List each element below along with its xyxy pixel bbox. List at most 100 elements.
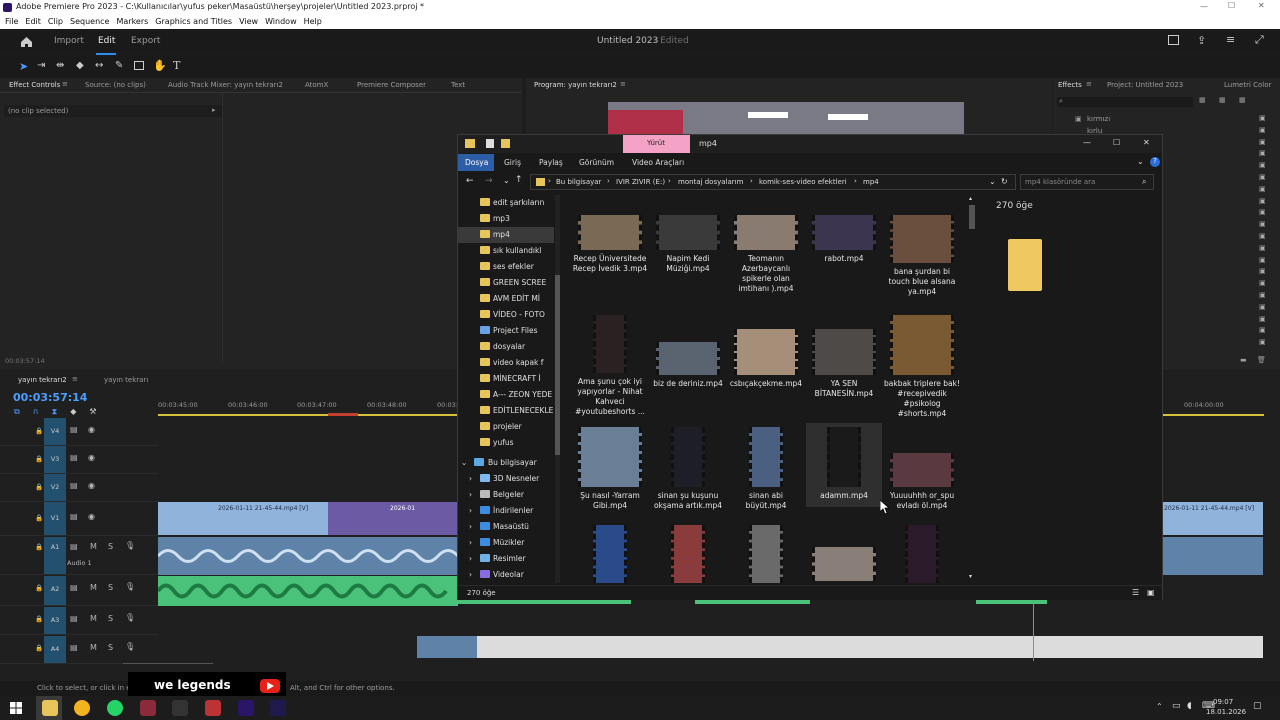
video-clip[interactable]: 2026-01-11 21-45-44.mp4 [V] 2026-01 <box>158 502 458 535</box>
tab-giris[interactable]: Giriş <box>504 158 521 167</box>
home-icon[interactable] <box>20 36 33 48</box>
menu-window[interactable]: Window <box>265 15 297 28</box>
solo-button[interactable]: S <box>108 643 113 652</box>
ribbon-expand-icon[interactable]: ⌄ <box>1137 157 1144 166</box>
audio-clip-a2[interactable] <box>458 600 631 604</box>
microphone-icon[interactable]: 🎙 <box>125 613 135 622</box>
workspace-icon[interactable] <box>1168 35 1179 45</box>
nav-item[interactable]: AVM EDİT Mİ <box>458 291 554 307</box>
linked-icon[interactable]: ⧗ <box>52 407 71 416</box>
file-item[interactable]: csbıçakçekme.mp4 <box>728 329 804 389</box>
close-icon[interactable]: ✕ <box>1143 138 1150 147</box>
nav-item[interactable]: GREEN SCREE <box>458 275 554 291</box>
nav-item[interactable]: sık kullandıkl <box>458 243 554 259</box>
sync-icon[interactable]: ▤ <box>70 512 78 521</box>
solo-button[interactable]: S <box>108 614 113 623</box>
file-item[interactable]: sinan şu kuşunu okşama artık.mp4 <box>650 427 726 511</box>
nav-item[interactable]: VİDEO - FOTO <box>458 307 554 323</box>
premiere-icon[interactable] <box>238 700 254 716</box>
app-icon[interactable] <box>140 700 156 716</box>
track-label[interactable]: A2 <box>44 576 66 605</box>
nav-scrollbar-thumb[interactable] <box>555 275 560 455</box>
tab-video-araclari[interactable]: Video Araçları <box>632 158 684 167</box>
nav-item[interactable]: dosyalar <box>458 339 554 355</box>
tab-dosya[interactable]: Dosya <box>458 154 494 171</box>
track-label[interactable]: V4 <box>44 418 66 445</box>
track-label[interactable]: V2 <box>44 474 66 501</box>
file-item-hovered[interactable]: adamm.mp4 <box>806 423 882 507</box>
rectangle-icon[interactable] <box>134 61 144 70</box>
mute-button[interactable]: M <box>90 583 97 592</box>
help-icon[interactable]: ? <box>1150 157 1160 167</box>
tab-import[interactable]: Import <box>54 36 84 46</box>
file-item[interactable]: Napim Kedi Müziği.mp4 <box>650 215 726 274</box>
network-icon[interactable]: ▭ <box>1172 701 1181 711</box>
nav-item-selected[interactable]: mp4 <box>458 227 554 243</box>
tab-audio-mixer[interactable]: Audio Track Mixer: yayın tekrarı2 <box>168 81 283 89</box>
marker-icon[interactable]: ◆ <box>70 407 89 416</box>
zoom-scrollbar[interactable] <box>123 663 213 667</box>
effect-item[interactable]: kırmızı <box>1087 115 1110 123</box>
slip-icon[interactable]: ↔ <box>95 60 103 71</box>
maximize-icon[interactable]: ☐ <box>1113 138 1120 147</box>
new-folder-icon[interactable] <box>501 139 510 148</box>
app-icon[interactable] <box>205 700 221 716</box>
volume-icon[interactable]: ◖ <box>1187 701 1192 711</box>
tree-item[interactable]: › İndirilenler <box>458 503 554 519</box>
file-item[interactable] <box>572 525 648 585</box>
minimize-icon[interactable]: — <box>1083 138 1091 147</box>
tray-chevron-icon[interactable]: ⌃ <box>1156 702 1163 711</box>
forward-icon[interactable]: → <box>485 176 493 186</box>
mute-button[interactable]: M <box>90 542 97 551</box>
whatsapp-icon[interactable] <box>107 700 123 716</box>
file-item[interactable]: sinan abi büyüt.mp4 <box>728 427 804 511</box>
sync-icon[interactable]: ▤ <box>70 481 78 490</box>
solo-button[interactable]: S <box>108 542 113 551</box>
track-label[interactable]: A3 <box>44 607 66 634</box>
nav-item[interactable]: MİNECRAFT İ <box>458 371 554 387</box>
back-icon[interactable]: ← <box>466 176 474 186</box>
scroll-up-icon[interactable]: ▴ <box>969 195 972 202</box>
file-item[interactable] <box>884 525 960 585</box>
microphone-icon[interactable]: 🎙 <box>125 541 135 550</box>
tab-sequence[interactable]: yayın tekrarı <box>104 376 148 384</box>
accelerated-icon[interactable]: ▦ <box>1199 96 1206 104</box>
tab-premiere-composer[interactable]: Premiere Composer <box>357 81 426 89</box>
recent-icon[interactable]: ⌄ <box>503 176 510 185</box>
track-label[interactable]: A1 <box>44 537 66 574</box>
selection-tool-icon[interactable]: ➤ <box>19 60 28 73</box>
lock-icon[interactable]: 🔒 <box>35 644 43 652</box>
grid-scrollbar[interactable]: ▴ ▾ <box>968 195 976 583</box>
nav-item[interactable]: A--- ZEON YEDE <box>458 387 554 403</box>
hand-icon[interactable]: ✋ <box>153 59 167 72</box>
lock-icon[interactable]: 🔒 <box>35 543 43 551</box>
sync-icon[interactable]: ▤ <box>70 643 78 652</box>
refresh-icon[interactable]: ↻ <box>1001 177 1008 186</box>
nav-item[interactable]: EDİTLENECEKLE <box>458 403 554 419</box>
nav-item[interactable]: yufus <box>458 435 554 451</box>
sync-icon[interactable]: ▤ <box>70 583 78 592</box>
sync-icon[interactable]: ▤ <box>70 542 78 551</box>
tab-edit[interactable]: Edit <box>98 36 115 46</box>
tab-effects[interactable]: Effects <box>1058 81 1082 89</box>
razor-icon[interactable]: ◆ <box>76 60 84 71</box>
file-item[interactable]: Şu nasıl -Yarram Gibi.mp4 <box>572 427 648 511</box>
menu-view[interactable]: View <box>239 15 258 28</box>
after-effects-icon[interactable] <box>270 700 286 716</box>
crumb[interactable]: montaj dosyalarım <box>678 178 743 186</box>
taskbar-active-item[interactable] <box>36 696 62 720</box>
microphone-icon[interactable]: 🎙 <box>125 642 135 651</box>
tree-root[interactable]: ⌄ Bu bilgisayar <box>458 455 554 471</box>
scrollbar-thumb[interactable] <box>969 205 975 229</box>
audio-clip-a4[interactable] <box>417 636 477 658</box>
audio-clip-a1[interactable] <box>1163 537 1263 575</box>
audio-clip-a2[interactable] <box>695 600 810 604</box>
address-bar[interactable]: › Bu bilgisayar › IVIR ZIVIR (E:) › mont… <box>530 174 1016 190</box>
track-label[interactable]: V3 <box>44 446 66 473</box>
expand-arrow-icon[interactable]: ▸ <box>212 106 216 114</box>
tab-project[interactable]: Project: Untitled 2023 <box>1107 81 1183 89</box>
file-item[interactable]: Yuuuuhhh or_spu evladı öl.mp4 <box>884 453 960 511</box>
tab-sequence-active[interactable]: yayın tekrarı2 <box>18 376 67 384</box>
nest-icon[interactable]: ⧉ <box>14 407 33 416</box>
clock-time[interactable]: 09:07 <box>1213 698 1233 706</box>
